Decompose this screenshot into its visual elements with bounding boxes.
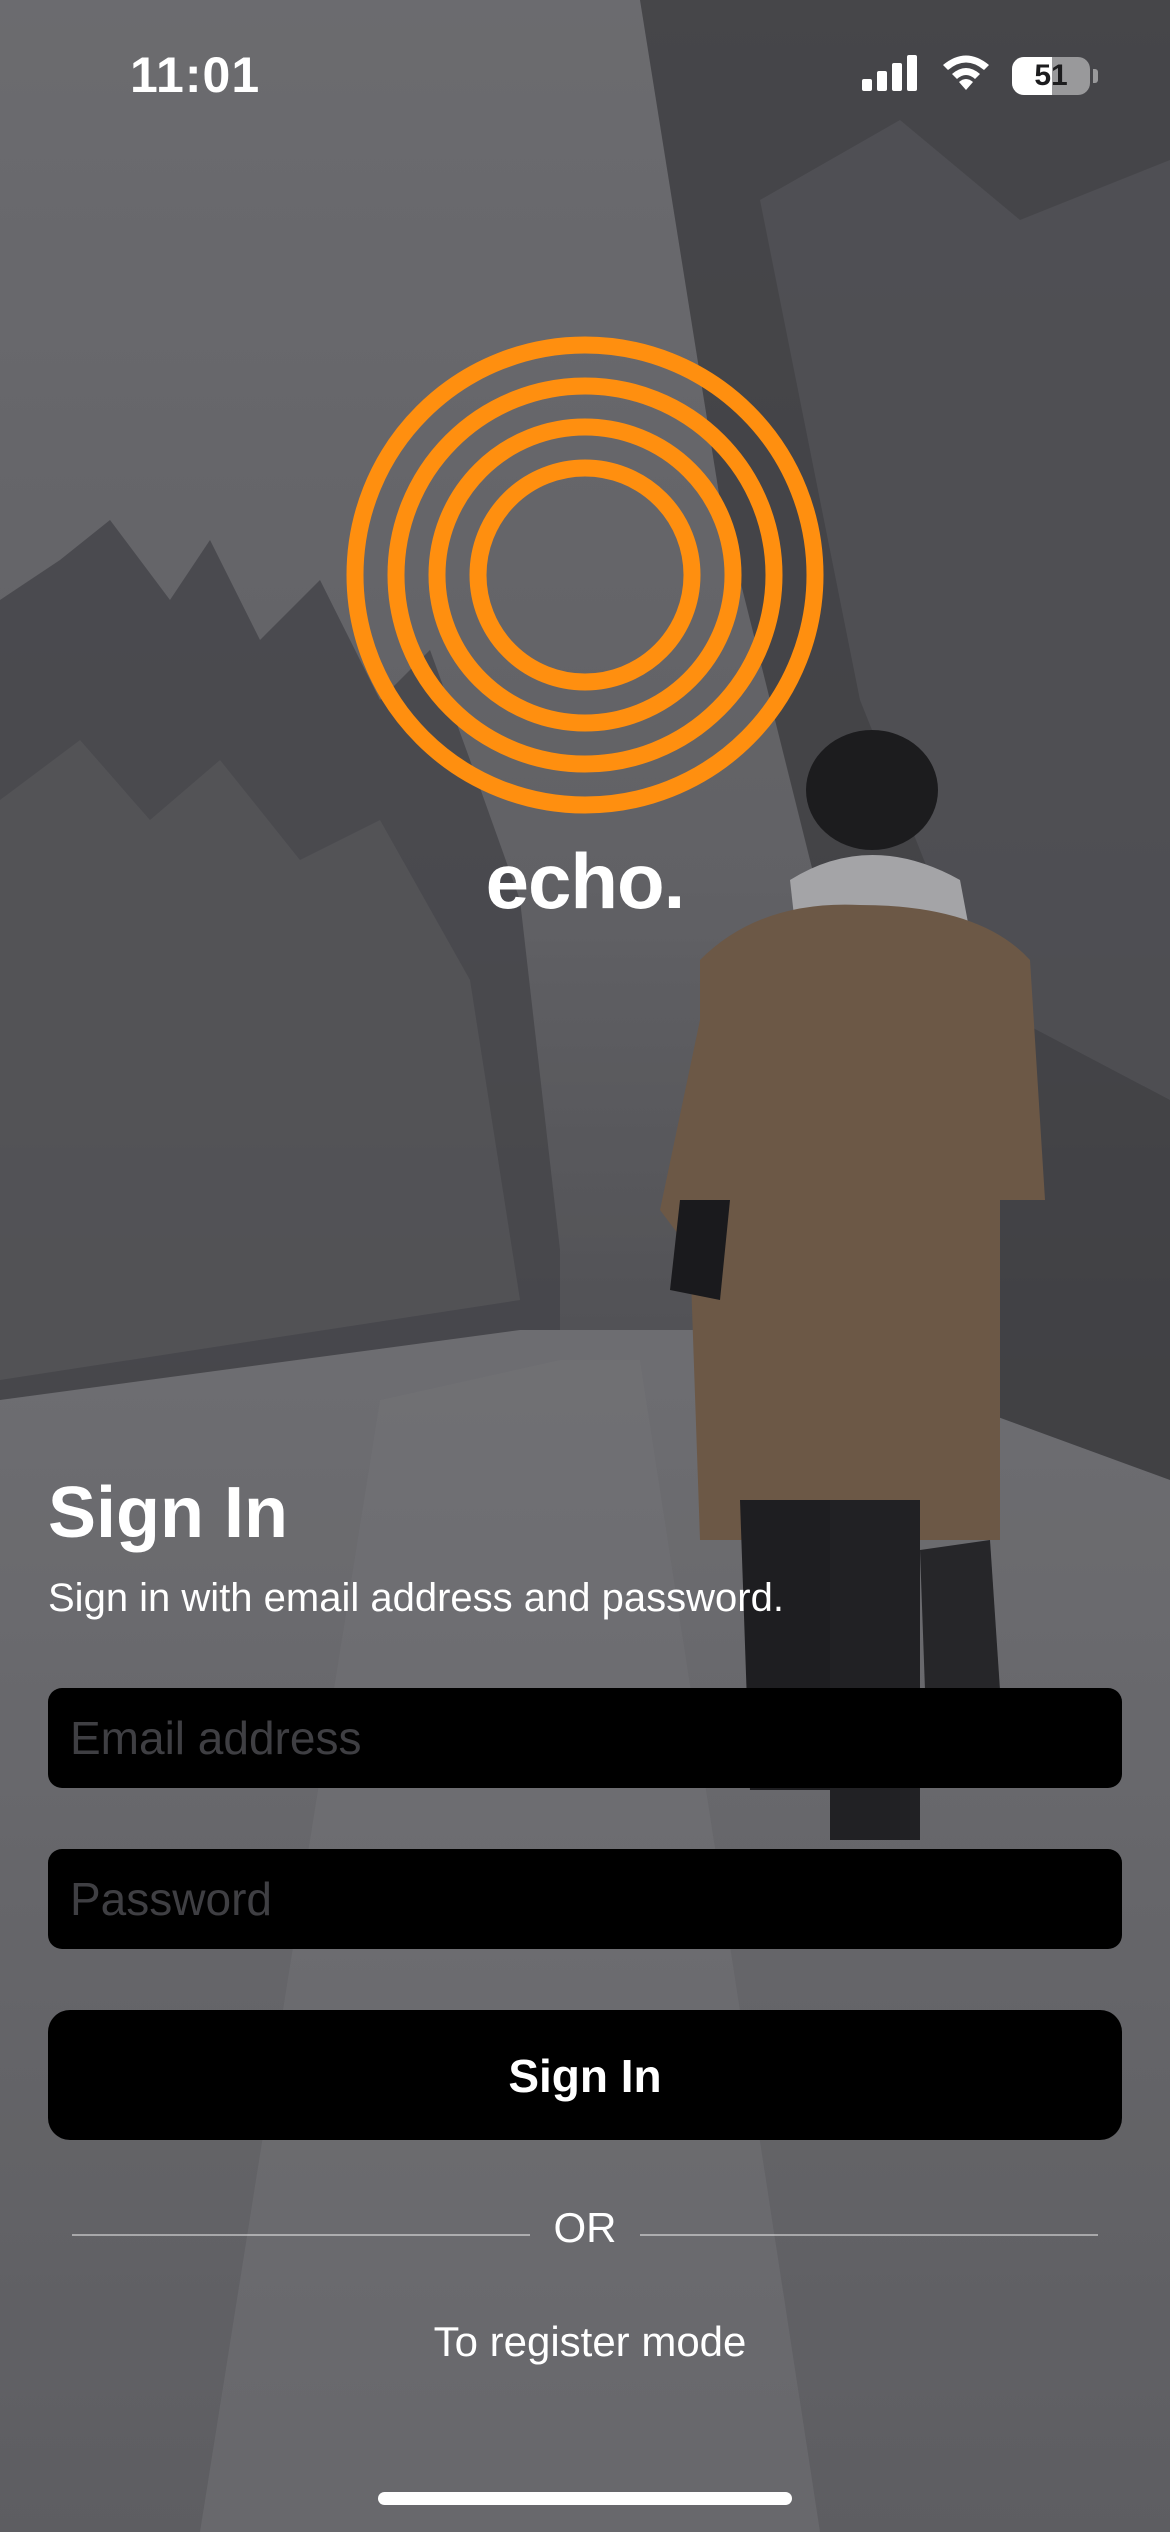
sign-in-heading: Sign In (48, 1473, 288, 1553)
logo-ring-2 (387, 377, 783, 773)
logo-ring-1 (346, 336, 824, 814)
cellular-signal-icon (862, 55, 920, 96)
password-field[interactable] (48, 1849, 1122, 1949)
status-time: 11:01 (130, 47, 261, 103)
sign-in-screen: 11:01 51 echo. Sign In Sign in with emai… (0, 0, 1170, 2532)
battery-icon: 51 (1012, 56, 1098, 95)
wifi-icon (940, 54, 992, 97)
register-mode-link[interactable]: To register mode (0, 2318, 1170, 2366)
battery-level: 51 (1034, 58, 1068, 92)
battery-cap (1093, 68, 1098, 83)
brand-wordmark: echo. (485, 837, 686, 925)
sign-in-button[interactable]: Sign In (48, 2010, 1122, 2140)
echo-logo-icon (346, 336, 824, 814)
sign-in-subheading: Sign in with email address and password. (48, 1576, 784, 1620)
status-bar: 11:01 51 (0, 0, 1170, 150)
email-field[interactable] (48, 1688, 1122, 1788)
status-icons: 51 (862, 54, 1098, 97)
or-divider-label: OR (553, 2204, 617, 2251)
divider-line-right (640, 2234, 1098, 2236)
home-indicator[interactable] (378, 2492, 792, 2505)
logo-ring-4 (469, 459, 701, 691)
